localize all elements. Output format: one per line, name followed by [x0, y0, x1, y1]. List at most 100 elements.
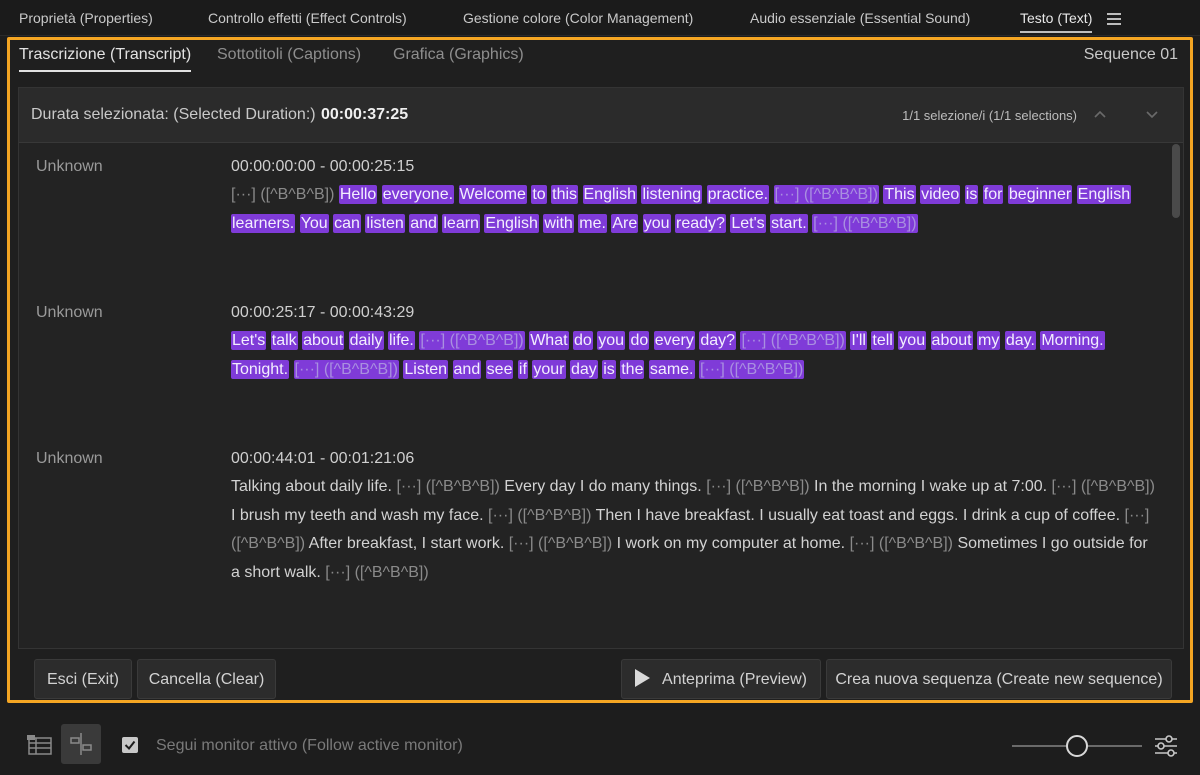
zoom-slider-knob[interactable] [1066, 735, 1088, 757]
chevron-up-icon[interactable] [1092, 106, 1108, 122]
pause-marker[interactable]: [···] ([^B^B^B]) [488, 507, 591, 524]
pause-marker[interactable]: [···] ([^B^B^B]) [396, 478, 499, 495]
tab-essential-sound[interactable]: Audio essenziale (Essential Sound) [750, 0, 970, 36]
transcript-word[interactable]: you [597, 331, 626, 350]
transcript-word[interactable]: my [977, 331, 1001, 350]
timeline-view-icon[interactable] [20, 724, 60, 764]
transcript-word[interactable]: Talking about daily life. [231, 478, 392, 495]
transcript-word[interactable]: This [883, 185, 916, 204]
transcript-word[interactable]: English [1076, 185, 1132, 204]
speaker-label[interactable]: Unknown [36, 158, 103, 176]
transcript-word[interactable]: start. [770, 213, 808, 233]
transcript-word[interactable]: After breakfast, I start work. [309, 535, 505, 552]
transcript-word[interactable]: learners. [231, 213, 296, 233]
transcript-word[interactable]: this [551, 185, 579, 204]
transcript-word[interactable]: Morning. [1040, 331, 1105, 350]
transcript-word[interactable]: Let's [730, 213, 766, 233]
transcript-word[interactable]: and [409, 213, 438, 233]
transcript-word[interactable]: English [484, 213, 539, 233]
transcript-word[interactable]: can [333, 213, 361, 233]
pause-marker[interactable]: [···] ([^B^B^B]) [509, 535, 612, 552]
transcript-word[interactable]: Welcome [458, 185, 527, 204]
transcript-word[interactable]: about [930, 331, 973, 350]
transcript-word[interactable]: tell [871, 331, 894, 350]
tab-captions[interactable]: Sottotitoli (Captions) [217, 46, 361, 64]
transcript-word[interactable]: day? [699, 331, 737, 350]
pause-marker[interactable]: [···] ([^B^B^B]) [1052, 478, 1155, 495]
transcript-word[interactable]: learn [442, 213, 480, 233]
follow-monitor-checkbox[interactable] [122, 737, 138, 753]
tab-properties[interactable]: Proprietà (Properties) [19, 0, 153, 36]
transcript-word[interactable]: everyone. [381, 185, 455, 204]
transcript-word[interactable]: about [302, 331, 345, 350]
transcript-word[interactable]: Then I have breakfast. I usually eat toa… [596, 507, 1120, 524]
speaker-label[interactable]: Unknown [36, 304, 103, 322]
transcript-word[interactable]: Let's [231, 331, 267, 350]
scrollbar-thumb[interactable] [1172, 144, 1180, 218]
clear-button[interactable]: Cancella (Clear) [137, 659, 276, 699]
tab-graphics[interactable]: Grafica (Graphics) [393, 46, 524, 64]
transcript-word[interactable]: What [529, 331, 569, 350]
transcript-word[interactable]: Hello [338, 185, 378, 204]
transcript-word[interactable]: the [620, 359, 645, 379]
transcript-word[interactable]: to [531, 185, 547, 204]
transcript-word[interactable]: You [299, 213, 329, 233]
transcript-word[interactable]: for [982, 185, 1004, 204]
pause-marker[interactable]: [···] ([^B^B^B]) [698, 359, 805, 379]
create-new-sequence-button[interactable]: Crea nuova sequenza (Create new sequence… [826, 659, 1172, 699]
pause-marker[interactable]: [···] ([^B^B^B]) [773, 185, 879, 204]
pause-marker[interactable]: [···] ([^B^B^B]) [850, 535, 953, 552]
transcript-word[interactable]: you [642, 213, 671, 233]
transcript-word[interactable]: you [898, 331, 927, 350]
settings-sliders-icon[interactable] [1152, 732, 1180, 760]
chevron-down-icon[interactable] [1144, 106, 1160, 122]
transcript-word[interactable]: me. [578, 213, 607, 233]
transcript-word[interactable]: Are [611, 213, 639, 233]
transcript-word[interactable]: day [569, 359, 598, 379]
tab-color-management[interactable]: Gestione colore (Color Management) [463, 0, 693, 36]
exit-button[interactable]: Esci (Exit) [34, 659, 132, 699]
transcript-word[interactable]: Every day I do many things. [504, 478, 701, 495]
segment-text[interactable]: Let's talk about daily life. [···] ([^B^… [231, 327, 1161, 384]
transcript-word[interactable]: listening [641, 185, 703, 204]
tab-transcript[interactable]: Trascrizione (Transcript) [19, 46, 192, 72]
transcript-word[interactable]: do [572, 331, 593, 350]
transcript-word[interactable]: I'll [850, 331, 867, 350]
panel-menu-icon[interactable] [1107, 10, 1121, 26]
preview-button[interactable]: Anteprima (Preview) [621, 659, 821, 699]
transcript-word[interactable]: ready? [674, 213, 726, 233]
transcript-word[interactable]: day. [1004, 331, 1036, 350]
transcript-scrollbar[interactable] [1171, 144, 1181, 650]
transcript-word[interactable]: I work on my computer at home. [617, 535, 846, 552]
tab-text[interactable]: Testo (Text) [1020, 0, 1093, 36]
split-segment-icon[interactable] [61, 724, 101, 764]
transcript-word[interactable]: do [629, 331, 650, 350]
segment-text[interactable]: [···] ([^B^B^B]) Hello everyone. Welcome… [231, 181, 1161, 238]
pause-marker[interactable]: [···] ([^B^B^B]) [740, 331, 846, 350]
transcript-word[interactable]: I brush my teeth and wash my face. [231, 507, 484, 524]
transcript-word[interactable]: is [602, 359, 616, 379]
pause-marker[interactable]: [···] ([^B^B^B]) [325, 564, 428, 581]
transcript-word[interactable]: your [532, 359, 566, 379]
transcript-word[interactable]: video [920, 185, 961, 204]
transcript-word[interactable]: practice. [706, 185, 770, 204]
transcript-word[interactable]: Listen [403, 359, 449, 379]
transcript-word[interactable]: same. [648, 359, 695, 379]
transcript-word[interactable]: life. [387, 331, 415, 350]
pause-marker[interactable]: [···] ([^B^B^B]) [419, 331, 525, 350]
transcript-word[interactable]: every [653, 331, 695, 350]
segment-text[interactable]: Talking about daily life. [···] ([^B^B^B… [231, 473, 1161, 587]
transcript-word[interactable]: English [582, 185, 637, 204]
transcript-word[interactable]: listen [365, 213, 405, 233]
transcript-word[interactable]: if [517, 359, 528, 379]
transcript-word[interactable]: and [452, 359, 482, 379]
pause-marker[interactable]: [···] ([^B^B^B]) [293, 359, 399, 379]
transcript-word[interactable]: is [964, 185, 979, 204]
transcript-word[interactable]: daily [348, 331, 384, 350]
pause-marker[interactable]: [···] ([^B^B^B]) [812, 213, 918, 233]
transcript-word[interactable]: Tonight. [231, 359, 290, 379]
transcript-word[interactable]: with [543, 213, 574, 233]
tab-effect-controls[interactable]: Controllo effetti (Effect Controls) [208, 0, 407, 36]
pause-marker[interactable]: [···] ([^B^B^B]) [231, 186, 334, 203]
pause-marker[interactable]: [···] ([^B^B^B]) [706, 478, 809, 495]
